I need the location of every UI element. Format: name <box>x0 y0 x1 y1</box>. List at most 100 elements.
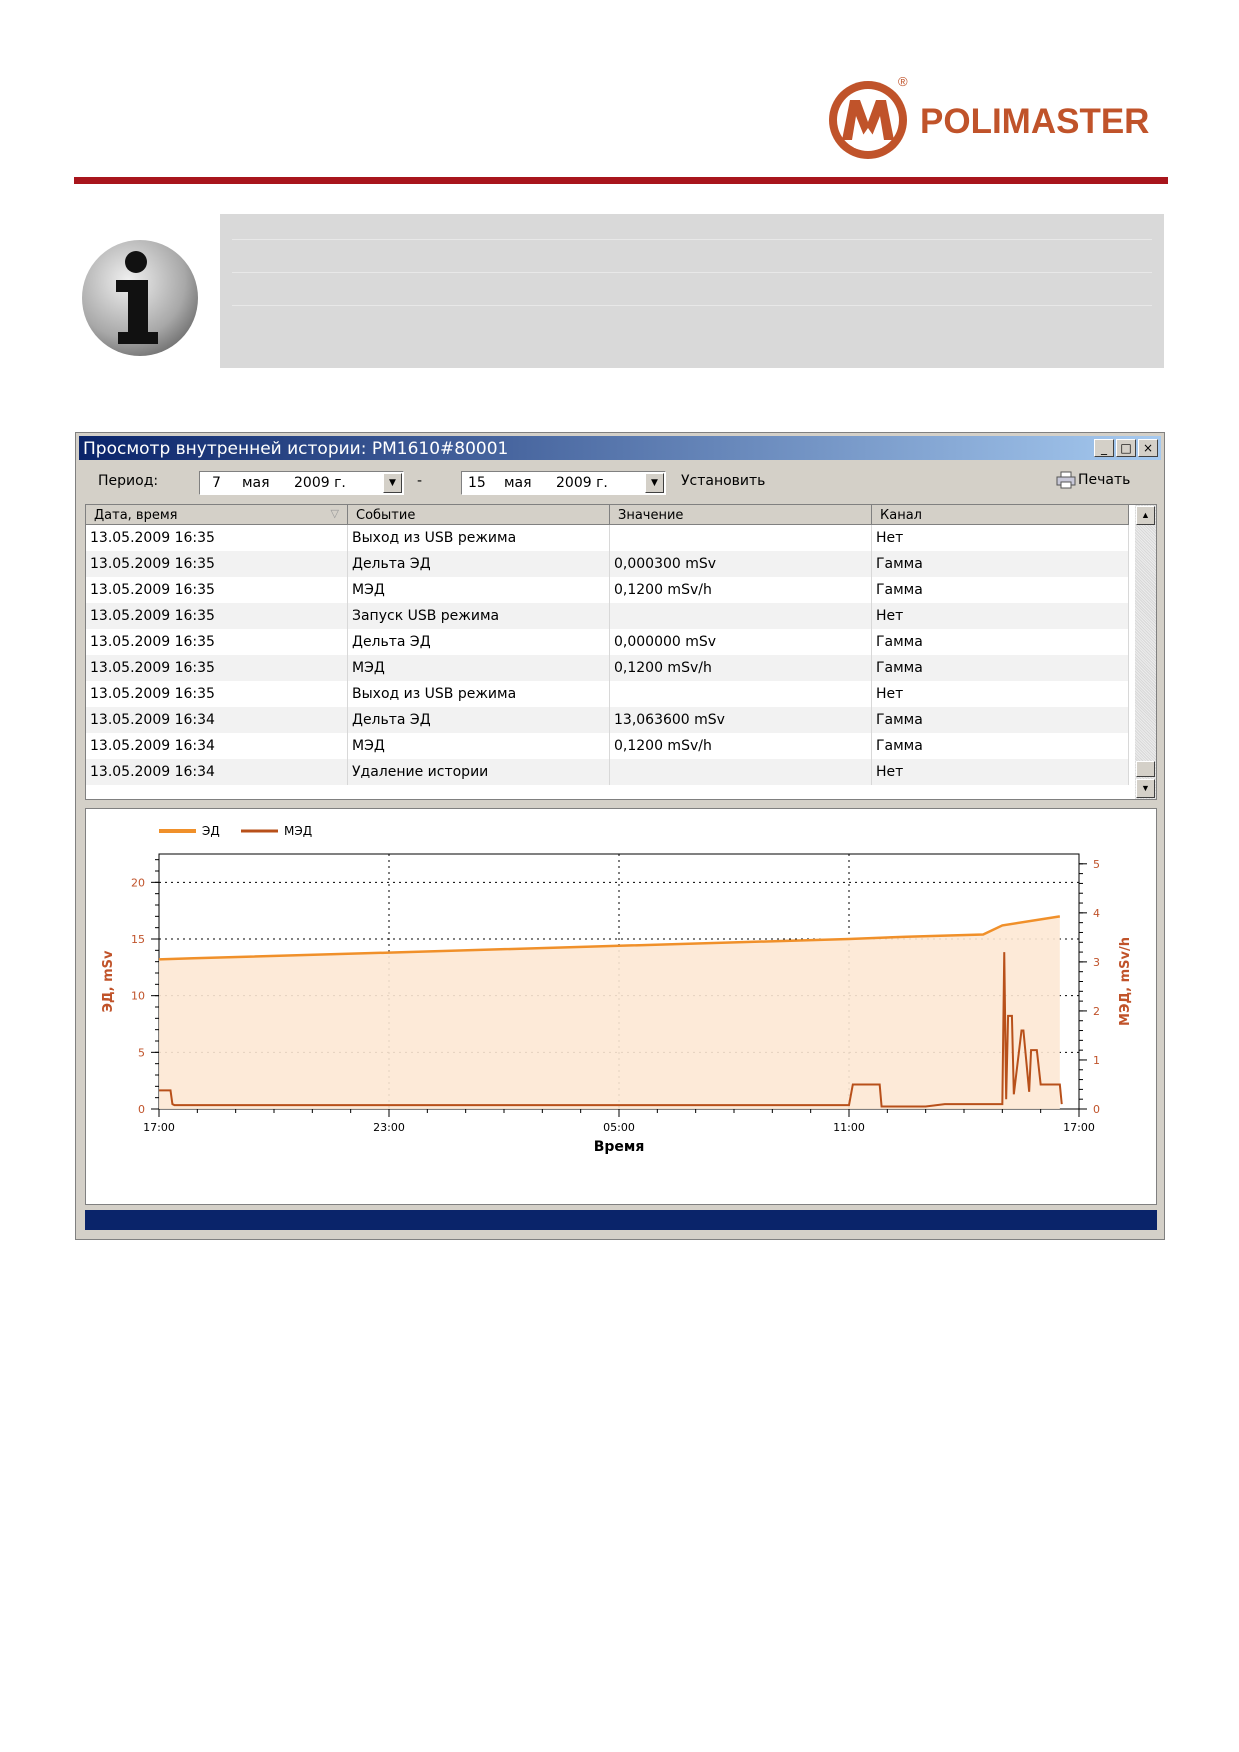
cell-datetime: 13.05.2009 16:35 <box>86 681 348 707</box>
sort-arrow-icon: ▽ <box>330 507 339 520</box>
table-row[interactable]: 13.05.2009 16:34 Удаление истории Нет <box>86 759 1129 785</box>
cell-channel: Гамма <box>872 577 1129 603</box>
x-tick-label: 17:00 <box>1063 1121 1095 1134</box>
cell-channel: Гамма <box>872 733 1129 759</box>
cell-channel: Нет <box>872 525 1129 551</box>
print-button[interactable]: Печать <box>1056 471 1130 489</box>
table-row[interactable]: 13.05.2009 16:35 МЭД 0,1200 mSv/h Гамма <box>86 655 1129 681</box>
cell-datetime: 13.05.2009 16:34 <box>86 759 348 785</box>
window-titlebar[interactable]: Просмотр внутренней истории: PM1610#8000… <box>79 436 1161 460</box>
column-header-label: Дата, время <box>94 508 178 523</box>
cell-value: 0,000300 mSv <box>610 551 872 577</box>
window-title: Просмотр внутренней истории: PM1610#8000… <box>83 439 509 459</box>
info-rule <box>232 239 1152 240</box>
table-row[interactable]: 13.05.2009 16:35 Дельта ЭД 0,000300 mSv Гам… <box>86 551 1129 577</box>
cell-value: 13,063600 mSv <box>610 707 872 733</box>
cell-channel: Нет <box>872 603 1129 629</box>
cell-event: МЭД <box>348 733 610 759</box>
printer-icon <box>1056 471 1076 489</box>
print-label: Печать <box>1078 472 1131 488</box>
y-left-tick-label: 5 <box>138 1046 145 1059</box>
column-header-value[interactable]: Значение <box>610 505 872 525</box>
table-scrollbar[interactable]: ▲ ▼ <box>1135 505 1156 799</box>
y-right-tick-label: 0 <box>1093 1103 1100 1116</box>
cell-channel: Нет <box>872 681 1129 707</box>
table-row[interactable]: 13.05.2009 16:35 Выход из USB режима Нет <box>86 681 1129 707</box>
scroll-thumb[interactable] <box>1136 761 1155 777</box>
scroll-down-icon[interactable]: ▼ <box>1136 779 1155 798</box>
cell-datetime: 13.05.2009 16:35 <box>86 655 348 681</box>
cell-datetime: 13.05.2009 16:35 <box>86 629 348 655</box>
info-box <box>220 214 1164 368</box>
to-year: 2009 г. <box>556 475 608 491</box>
cell-event: МЭД <box>348 655 610 681</box>
polimaster-logo: ® POLIMASTER <box>826 74 1150 164</box>
column-header-label: Канал <box>880 508 922 523</box>
history-table: Дата, время ▽ Событие Значение Канал 13.… <box>85 504 1157 800</box>
y-right-tick-label: 1 <box>1093 1054 1100 1067</box>
column-header-label: Значение <box>618 508 684 523</box>
column-header-label: Событие <box>356 508 416 523</box>
brand-name: POLIMASTER <box>920 102 1150 141</box>
cell-datetime: 13.05.2009 16:34 <box>86 733 348 759</box>
cell-event: Удаление истории <box>348 759 610 785</box>
maximize-button[interactable]: □ <box>1116 439 1136 457</box>
table-row[interactable]: 13.05.2009 16:35 Дельта ЭД 0,000000 mSv Гам… <box>86 629 1129 655</box>
legend-label-med: МЭД <box>284 824 312 838</box>
column-header-event[interactable]: Событие <box>348 505 610 525</box>
table-row[interactable]: 13.05.2009 16:34 Дельта ЭД 13,063600 mSv Га… <box>86 707 1129 733</box>
y-right-tick-label: 3 <box>1093 956 1100 969</box>
cell-event: МЭД <box>348 577 610 603</box>
cell-event: Запуск USB режима <box>348 603 610 629</box>
chevron-down-icon[interactable]: ▼ <box>383 473 402 493</box>
cell-datetime: 13.05.2009 16:35 <box>86 551 348 577</box>
header-divider <box>74 177 1168 184</box>
y-right-tick-label: 4 <box>1093 907 1100 920</box>
cell-value <box>610 759 872 785</box>
cell-event: Дельта ЭД <box>348 629 610 655</box>
cell-event: Дельта ЭД <box>348 551 610 577</box>
y-left-tick-label: 20 <box>131 876 145 889</box>
cell-channel: Нет <box>872 759 1129 785</box>
y-left-tick-label: 0 <box>138 1103 145 1116</box>
x-tick-label: 05:00 <box>603 1121 635 1134</box>
to-month: мая <box>504 475 532 491</box>
y-right-axis-label: МЭД, mSv/h <box>1118 937 1133 1026</box>
legend-label-ed: ЭД <box>202 824 220 838</box>
cell-event: Выход из USB режима <box>348 525 610 551</box>
table-row[interactable]: 13.05.2009 16:35 Запуск USB режима Нет <box>86 603 1129 629</box>
cell-value: 0,000000 mSv <box>610 629 872 655</box>
x-axis-label: Время <box>594 1139 645 1155</box>
y-left-tick-label: 15 <box>131 933 145 946</box>
from-month: мая <box>242 475 270 491</box>
to-date-picker[interactable]: 15 мая 2009 г. ▼ <box>461 471 666 495</box>
window-controls: _ □ × <box>1094 439 1158 457</box>
cell-datetime: 13.05.2009 16:34 <box>86 707 348 733</box>
cell-datetime: 13.05.2009 16:35 <box>86 525 348 551</box>
to-day: 15 <box>468 475 486 491</box>
chart-svg: 17:00 23:00 05:00 11:00 17:00 0 5 10 15 20 0 1 2 3 4 5 Э… <box>101 824 1133 1155</box>
cell-value <box>610 525 872 551</box>
cell-channel: Гамма <box>872 655 1129 681</box>
close-button[interactable]: × <box>1138 439 1158 457</box>
column-header-datetime[interactable]: Дата, время ▽ <box>86 505 348 525</box>
from-year: 2009 г. <box>294 475 346 491</box>
chevron-down-icon[interactable]: ▼ <box>645 473 664 493</box>
scroll-up-icon[interactable]: ▲ <box>1136 506 1155 525</box>
table-row[interactable]: 13.05.2009 16:35 Выход из USB режима Нет <box>86 525 1129 551</box>
y-right-tick-label: 2 <box>1093 1005 1100 1018</box>
y-left-axis-label: ЭД, mSv <box>101 950 116 1012</box>
table-row[interactable]: 13.05.2009 16:35 МЭД 0,1200 mSv/h Гамма <box>86 577 1129 603</box>
cell-channel: Гамма <box>872 629 1129 655</box>
x-tick-label: 11:00 <box>833 1121 865 1134</box>
cell-datetime: 13.05.2009 16:35 <box>86 577 348 603</box>
set-period-button[interactable]: Установить <box>681 473 765 489</box>
column-header-channel[interactable]: Канал <box>872 505 1129 525</box>
from-date-picker[interactable]: 7 мая 2009 г. ▼ <box>199 471 404 495</box>
table-row[interactable]: 13.05.2009 16:34 МЭД 0,1200 mSv/h Гамма <box>86 733 1129 759</box>
cell-datetime: 13.05.2009 16:35 <box>86 603 348 629</box>
y-right-tick-label: 5 <box>1093 858 1100 871</box>
from-day: 7 <box>212 475 221 491</box>
cell-value: 0,1200 mSv/h <box>610 655 872 681</box>
minimize-button[interactable]: _ <box>1094 439 1114 457</box>
